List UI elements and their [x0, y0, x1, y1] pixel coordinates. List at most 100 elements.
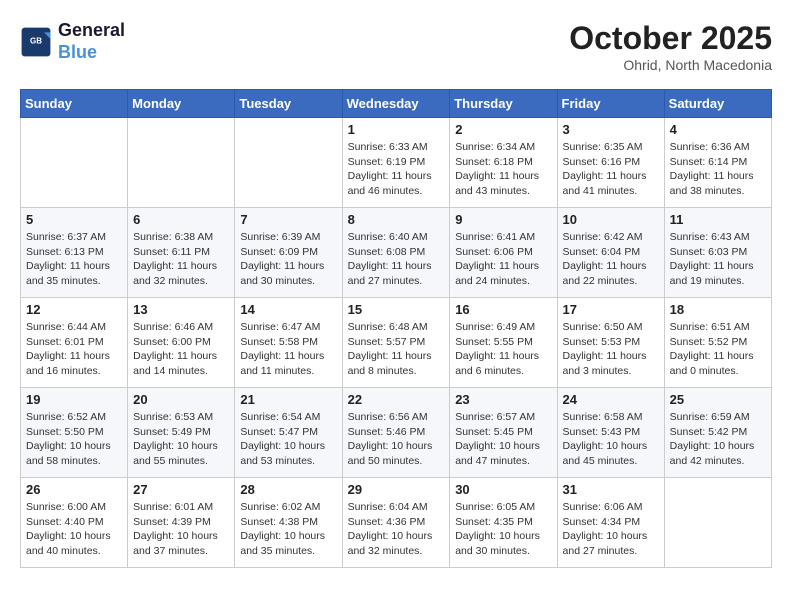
calendar-week-row: 19 Sunrise: 6:52 AMSunset: 5:50 PMDayligh…	[21, 388, 772, 478]
day-info: Sunrise: 6:38 AMSunset: 6:11 PMDaylight:…	[133, 230, 229, 289]
day-info: Sunrise: 6:02 AMSunset: 4:38 PMDaylight:…	[240, 500, 336, 559]
day-number: 5	[26, 212, 122, 227]
day-number: 29	[348, 482, 445, 497]
day-number: 19	[26, 392, 122, 407]
calendar-cell: 8 Sunrise: 6:40 AMSunset: 6:08 PMDaylight…	[342, 208, 450, 298]
calendar-cell: 29 Sunrise: 6:04 AMSunset: 4:36 PMDayligh…	[342, 478, 450, 568]
day-info: Sunrise: 6:37 AMSunset: 6:13 PMDaylight:…	[26, 230, 122, 289]
day-number: 8	[348, 212, 445, 227]
calendar-cell: 19 Sunrise: 6:52 AMSunset: 5:50 PMDayligh…	[21, 388, 128, 478]
month-title: October 2025	[569, 20, 772, 57]
day-number: 11	[670, 212, 766, 227]
day-number: 28	[240, 482, 336, 497]
calendar-cell: 23Sunrise: 6:57 AMSunset: 5:45 PMDayligh…	[450, 388, 557, 478]
day-number: 18	[670, 302, 766, 317]
weekday-header: Friday	[557, 90, 664, 118]
calendar-week-row: 1 Sunrise: 6:33 AMSunset: 6:19 PMDaylight…	[21, 118, 772, 208]
calendar-header-row: SundayMondayTuesdayWednesdayThursdayFrid…	[21, 90, 772, 118]
logo-text: General Blue	[58, 20, 125, 63]
calendar-cell: 14 Sunrise: 6:47 AMSunset: 5:58 PMDayligh…	[235, 298, 342, 388]
calendar-cell: 10Sunrise: 6:42 AMSunset: 6:04 PMDayligh…	[557, 208, 664, 298]
calendar-cell	[128, 118, 235, 208]
day-number: 23	[455, 392, 551, 407]
logo: GB General Blue	[20, 20, 125, 63]
calendar-week-row: 26Sunrise: 6:00 AMSunset: 4:40 PMDayligh…	[21, 478, 772, 568]
calendar-week-row: 12Sunrise: 6:44 AMSunset: 6:01 PMDayligh…	[21, 298, 772, 388]
weekday-header: Thursday	[450, 90, 557, 118]
day-number: 15	[348, 302, 445, 317]
day-number: 1	[348, 122, 445, 137]
calendar-cell	[664, 478, 771, 568]
calendar-cell: 3 Sunrise: 6:35 AMSunset: 6:16 PMDaylight…	[557, 118, 664, 208]
calendar-cell: 12Sunrise: 6:44 AMSunset: 6:01 PMDayligh…	[21, 298, 128, 388]
day-info: Sunrise: 6:49 AMSunset: 5:55 PMDaylight:…	[455, 320, 551, 379]
day-info: Sunrise: 6:05 AMSunset: 4:35 PMDaylight:…	[455, 500, 551, 559]
calendar-cell: 13 Sunrise: 6:46 AMSunset: 6:00 PMDayligh…	[128, 298, 235, 388]
day-info: Sunrise: 6:54 AMSunset: 5:47 PMDaylight:…	[240, 410, 336, 469]
day-info: Sunrise: 6:51 AMSunset: 5:52 PMDaylight:…	[670, 320, 766, 379]
calendar-cell: 5 Sunrise: 6:37 AMSunset: 6:13 PMDaylight…	[21, 208, 128, 298]
day-number: 3	[563, 122, 659, 137]
day-info: Sunrise: 6:04 AMSunset: 4:36 PMDaylight:…	[348, 500, 445, 559]
day-info: Sunrise: 6:56 AMSunset: 5:46 PMDaylight:…	[348, 410, 445, 469]
day-number: 20	[133, 392, 229, 407]
day-info: Sunrise: 6:35 AMSunset: 6:16 PMDaylight:…	[563, 140, 659, 199]
day-info: Sunrise: 6:48 AMSunset: 5:57 PMDaylight:…	[348, 320, 445, 379]
calendar-cell: 6 Sunrise: 6:38 AMSunset: 6:11 PMDaylight…	[128, 208, 235, 298]
day-info: Sunrise: 6:53 AMSunset: 5:49 PMDaylight:…	[133, 410, 229, 469]
calendar-cell: 21Sunrise: 6:54 AMSunset: 5:47 PMDayligh…	[235, 388, 342, 478]
day-number: 17	[563, 302, 659, 317]
day-number: 22	[348, 392, 445, 407]
day-number: 30	[455, 482, 551, 497]
weekday-header: Tuesday	[235, 90, 342, 118]
day-info: Sunrise: 6:50 AMSunset: 5:53 PMDaylight:…	[563, 320, 659, 379]
day-info: Sunrise: 6:39 AMSunset: 6:09 PMDaylight:…	[240, 230, 336, 289]
weekday-header: Monday	[128, 90, 235, 118]
day-info: Sunrise: 6:43 AMSunset: 6:03 PMDaylight:…	[670, 230, 766, 289]
day-info: Sunrise: 6:36 AMSunset: 6:14 PMDaylight:…	[670, 140, 766, 199]
day-info: Sunrise: 6:40 AMSunset: 6:08 PMDaylight:…	[348, 230, 445, 289]
calendar-cell: 2 Sunrise: 6:34 AMSunset: 6:18 PMDaylight…	[450, 118, 557, 208]
calendar-cell: 28 Sunrise: 6:02 AMSunset: 4:38 PMDayligh…	[235, 478, 342, 568]
day-number: 27	[133, 482, 229, 497]
page-header: GB General Blue October 2025 Ohrid, Nort…	[20, 20, 772, 73]
calendar-cell	[21, 118, 128, 208]
day-number: 31	[563, 482, 659, 497]
day-number: 6	[133, 212, 229, 227]
day-info: Sunrise: 6:46 AMSunset: 6:00 PMDaylight:…	[133, 320, 229, 379]
calendar-cell: 1 Sunrise: 6:33 AMSunset: 6:19 PMDaylight…	[342, 118, 450, 208]
day-number: 9	[455, 212, 551, 227]
calendar-cell: 16 Sunrise: 6:49 AMSunset: 5:55 PMDayligh…	[450, 298, 557, 388]
calendar-cell: 24Sunrise: 6:58 AMSunset: 5:43 PMDayligh…	[557, 388, 664, 478]
weekday-header: Sunday	[21, 90, 128, 118]
day-number: 16	[455, 302, 551, 317]
logo-line2: Blue	[58, 42, 97, 62]
calendar-cell: 11 Sunrise: 6:43 AMSunset: 6:03 PMDayligh…	[664, 208, 771, 298]
day-number: 4	[670, 122, 766, 137]
calendar-cell: 27 Sunrise: 6:01 AMSunset: 4:39 PMDayligh…	[128, 478, 235, 568]
calendar-cell: 4 Sunrise: 6:36 AMSunset: 6:14 PMDaylight…	[664, 118, 771, 208]
calendar-cell: 18 Sunrise: 6:51 AMSunset: 5:52 PMDayligh…	[664, 298, 771, 388]
day-number: 2	[455, 122, 551, 137]
calendar-cell: 20 Sunrise: 6:53 AMSunset: 5:49 PMDayligh…	[128, 388, 235, 478]
day-number: 14	[240, 302, 336, 317]
day-number: 10	[563, 212, 659, 227]
day-info: Sunrise: 6:47 AMSunset: 5:58 PMDaylight:…	[240, 320, 336, 379]
day-info: Sunrise: 6:01 AMSunset: 4:39 PMDaylight:…	[133, 500, 229, 559]
day-info: Sunrise: 6:58 AMSunset: 5:43 PMDaylight:…	[563, 410, 659, 469]
weekday-header: Wednesday	[342, 90, 450, 118]
day-number: 7	[240, 212, 336, 227]
calendar-cell: 26Sunrise: 6:00 AMSunset: 4:40 PMDayligh…	[21, 478, 128, 568]
calendar-week-row: 5 Sunrise: 6:37 AMSunset: 6:13 PMDaylight…	[21, 208, 772, 298]
day-info: Sunrise: 6:34 AMSunset: 6:18 PMDaylight:…	[455, 140, 551, 199]
day-number: 12	[26, 302, 122, 317]
location-subtitle: Ohrid, North Macedonia	[569, 57, 772, 73]
calendar-cell: 31Sunrise: 6:06 AMSunset: 4:34 PMDayligh…	[557, 478, 664, 568]
calendar-cell: 9 Sunrise: 6:41 AMSunset: 6:06 PMDaylight…	[450, 208, 557, 298]
calendar-cell: 22 Sunrise: 6:56 AMSunset: 5:46 PMDayligh…	[342, 388, 450, 478]
title-block: October 2025 Ohrid, North Macedonia	[569, 20, 772, 73]
day-info: Sunrise: 6:52 AMSunset: 5:50 PMDaylight:…	[26, 410, 122, 469]
day-info: Sunrise: 6:33 AMSunset: 6:19 PMDaylight:…	[348, 140, 445, 199]
day-info: Sunrise: 6:41 AMSunset: 6:06 PMDaylight:…	[455, 230, 551, 289]
day-number: 13	[133, 302, 229, 317]
